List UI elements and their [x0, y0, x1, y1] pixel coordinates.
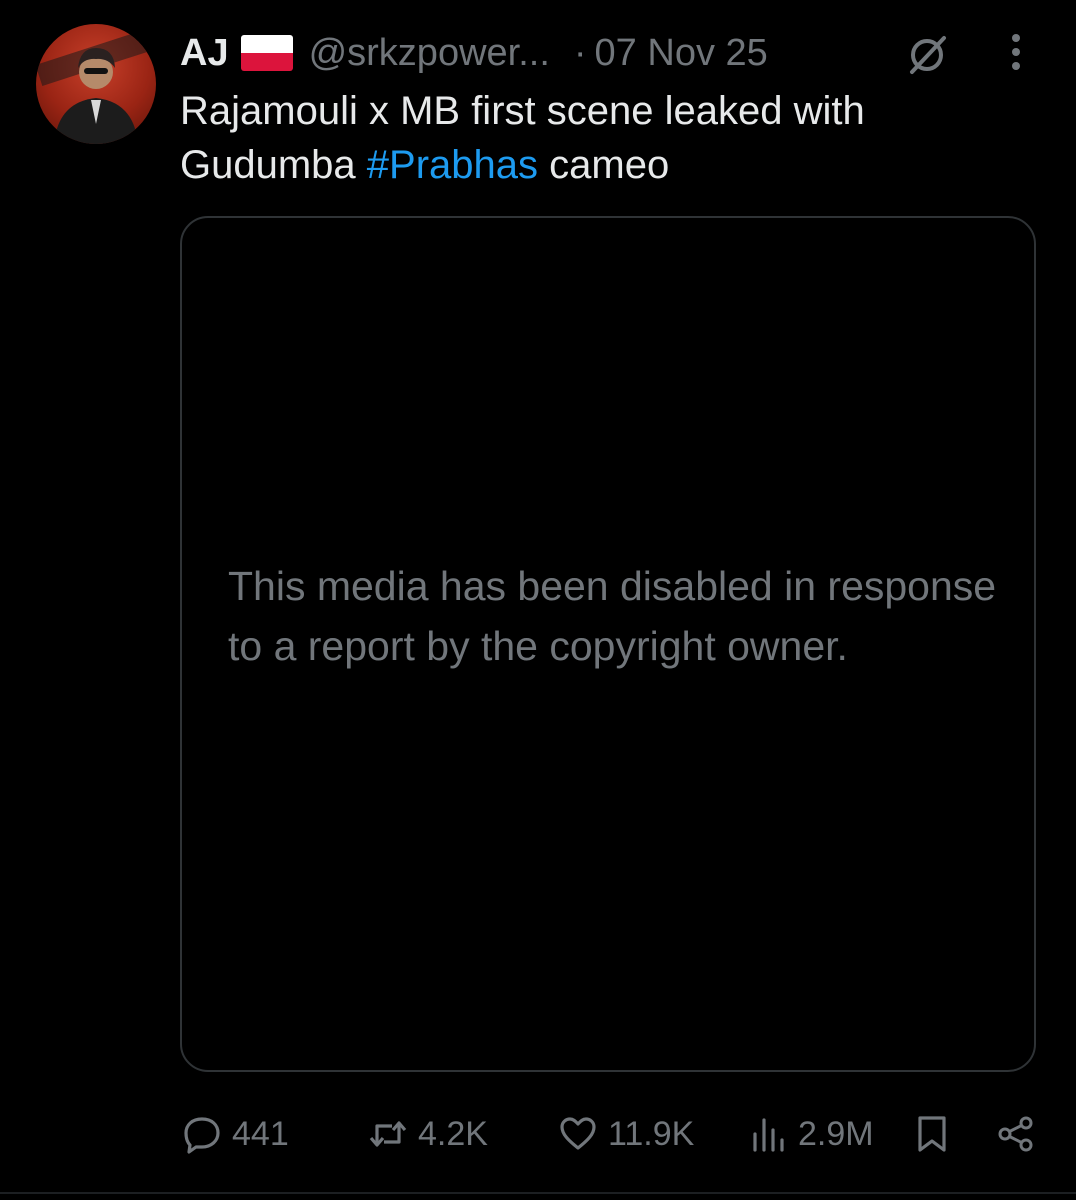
poland-flag-icon: [240, 35, 293, 71]
more-options-icon[interactable]: [996, 30, 1036, 74]
bookmark-button[interactable]: [912, 1108, 952, 1160]
views-icon: [753, 1118, 784, 1152]
avatar[interactable]: [36, 24, 156, 144]
tweet-header: AJ @srkzpower... · 07 Nov 25: [180, 28, 768, 78]
tweet-date[interactable]: 07 Nov 25: [595, 32, 768, 75]
action-bar: 441 4.2K 11.9K 2.9M: [0, 1108, 1076, 1160]
display-name[interactable]: AJ: [180, 32, 229, 75]
media-disabled-notice: This media has been disabled in response…: [228, 563, 997, 669]
like-count: 11.9K: [608, 1114, 695, 1153]
reply-icon: [184, 1117, 220, 1154]
views-button[interactable]: 2.9M: [748, 1108, 874, 1160]
tweet-text: Rajamouli x MB first scene leaked with G…: [180, 84, 1040, 192]
bookmark-icon: [918, 1116, 946, 1152]
share-button[interactable]: [996, 1108, 1036, 1160]
media-card: This media has been disabled in response…: [180, 216, 1036, 1072]
hashtag-link[interactable]: #Prabhas: [367, 143, 538, 187]
heart-icon: [560, 1117, 596, 1150]
separator-dot: ·: [573, 31, 587, 74]
repost-count: 4.2K: [418, 1114, 488, 1153]
share-icon: [998, 1116, 1033, 1152]
user-handle[interactable]: @srkzpower...: [309, 32, 550, 75]
repost-button[interactable]: 4.2K: [368, 1108, 488, 1160]
views-count: 2.9M: [798, 1114, 874, 1153]
reply-button[interactable]: 441: [182, 1108, 289, 1160]
like-button[interactable]: 11.9K: [558, 1108, 694, 1160]
grok-icon[interactable]: [902, 30, 952, 80]
reply-count: 441: [232, 1114, 289, 1153]
repost-icon: [369, 1121, 407, 1147]
tweet-text-tail: cameo: [538, 143, 670, 187]
avatar-image: [36, 27, 156, 144]
bottom-divider: [0, 1192, 1076, 1194]
